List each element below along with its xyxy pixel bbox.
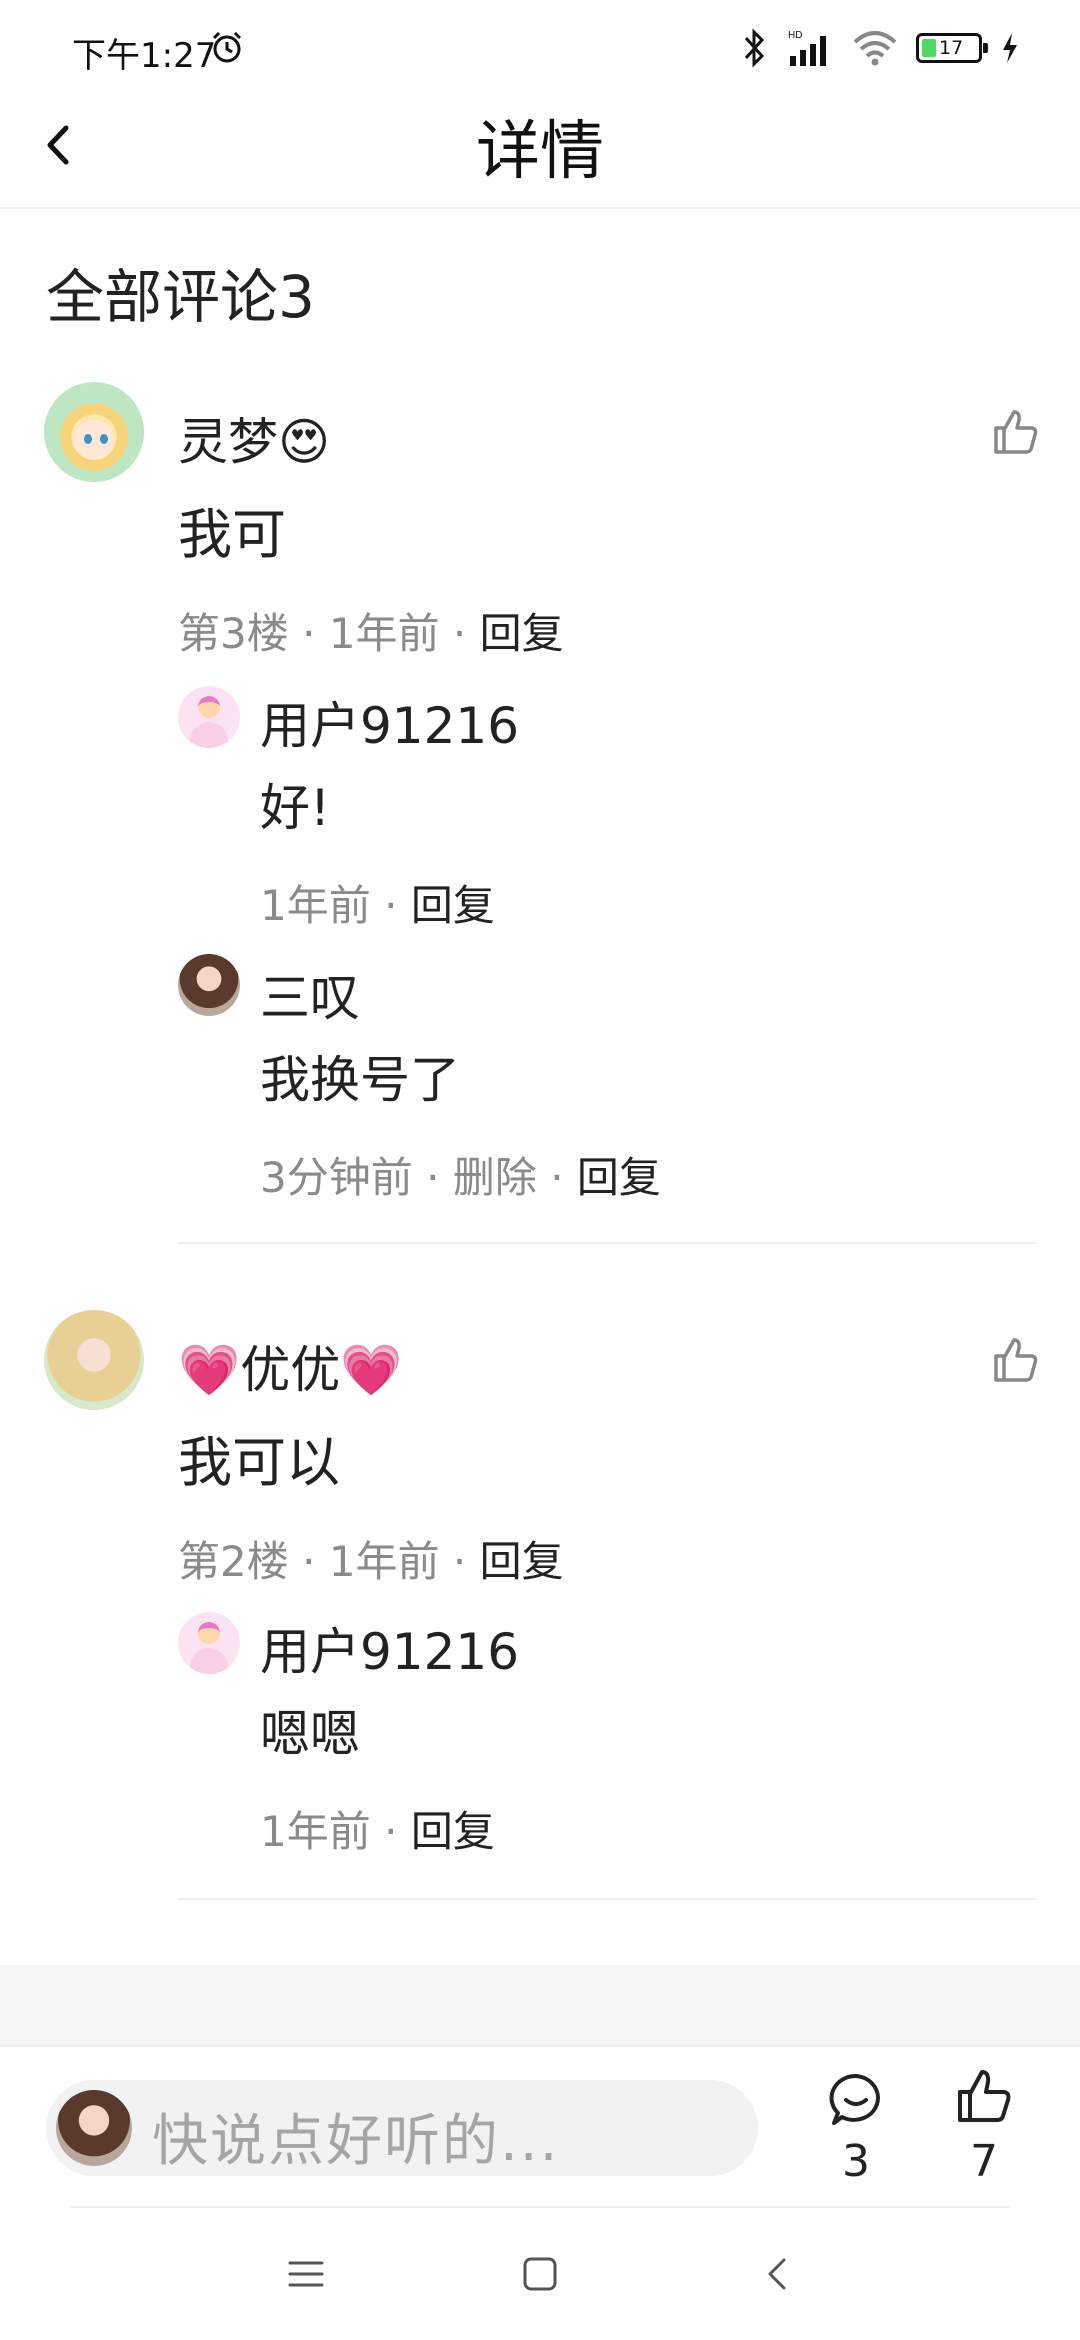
- status-bar: 下午1:27 HD 17: [0, 0, 1080, 90]
- status-icons: HD 17: [742, 26, 1020, 70]
- comment-content: 我可以: [178, 1431, 340, 1494]
- comment-content: 我可: [178, 503, 286, 566]
- avatar[interactable]: [178, 686, 240, 748]
- wifi-icon: [853, 31, 897, 66]
- avatar[interactable]: [178, 954, 240, 1016]
- comment-divider: [178, 1898, 1036, 1900]
- reply-content: 我换号了: [260, 1051, 460, 1109]
- reply-author[interactable]: 用户91216: [260, 686, 519, 758]
- reply-meta: 3分钟前 · 删除 · 回复: [260, 1144, 661, 1205]
- reply-author[interactable]: 三叹: [260, 958, 360, 1030]
- comment-author[interactable]: 💗优优💗: [178, 1330, 403, 1402]
- separator: ·: [426, 1153, 440, 1202]
- comment-floor: 第2楼: [178, 1537, 289, 1586]
- separator: ·: [452, 1537, 467, 1586]
- page-title: 详情: [476, 115, 604, 189]
- reply-button[interactable]: 回复: [411, 1807, 495, 1856]
- comment-author[interactable]: 灵梦😍: [178, 402, 330, 474]
- svg-text:HD: HD: [788, 30, 802, 41]
- like-icon[interactable]: [990, 1334, 1042, 1386]
- separator: ·: [302, 609, 316, 658]
- home-icon[interactable]: [520, 2254, 560, 2294]
- header-divider: [0, 207, 1080, 209]
- signal-icon: HD: [788, 30, 826, 66]
- charging-icon: [1003, 33, 1017, 63]
- separator: ·: [302, 1537, 316, 1586]
- reply-content: 好!: [260, 779, 331, 837]
- battery-icon: 17: [916, 33, 988, 63]
- reply-author[interactable]: 用户91216: [260, 1612, 519, 1684]
- nav-divider: [70, 2206, 1010, 2208]
- avatar[interactable]: [44, 382, 144, 482]
- avatar[interactable]: [178, 1612, 240, 1674]
- avatar[interactable]: [44, 1310, 144, 1410]
- bottom-bar-divider: [0, 2045, 1080, 2047]
- separator: ·: [550, 1153, 564, 1202]
- comment-time: 1年前: [328, 1537, 440, 1586]
- my-avatar: [56, 2090, 132, 2166]
- reply-button[interactable]: 回复: [480, 1537, 564, 1586]
- delete-button[interactable]: 删除: [453, 1153, 537, 1202]
- alarm-icon: [212, 31, 242, 63]
- like-icon[interactable]: [990, 406, 1042, 458]
- bluetooth-icon: [744, 28, 765, 68]
- reply-button[interactable]: 回复: [577, 1153, 661, 1202]
- separator: ·: [452, 609, 467, 658]
- menu-icon[interactable]: [286, 2254, 326, 2294]
- comment-input-placeholder[interactable]: 快说点好听的...: [152, 2096, 559, 2177]
- like-button[interactable]: [954, 2066, 1014, 2126]
- nav-back-icon[interactable]: [758, 2254, 798, 2294]
- comment-floor: 第3楼: [178, 609, 289, 658]
- reply-content: 嗯嗯: [260, 1705, 360, 1763]
- battery-level: 17: [939, 37, 964, 59]
- comment-count: 3: [842, 2136, 870, 2187]
- comment-meta: 第3楼 · 1年前 · 回复: [178, 600, 564, 661]
- reply-button[interactable]: 回复: [480, 609, 564, 658]
- reply-meta: 1年前 · 回复: [260, 872, 495, 933]
- like-count: 7: [970, 2136, 998, 2187]
- section-title: 全部评论3: [46, 263, 315, 331]
- comment-divider: [178, 1242, 1036, 1244]
- list-end-band: [0, 1965, 1080, 2045]
- reply-button[interactable]: 回复: [411, 881, 495, 930]
- status-time: 下午1:27: [72, 36, 217, 76]
- reply-time: 1年前: [260, 1807, 371, 1856]
- reply-time: 3分钟前: [260, 1153, 413, 1202]
- comment-icon[interactable]: [826, 2070, 886, 2130]
- reply-time: 1年前: [260, 881, 371, 930]
- comment-meta: 第2楼 · 1年前 · 回复: [178, 1528, 564, 1589]
- separator: ·: [384, 881, 398, 930]
- reply-meta: 1年前 · 回复: [260, 1798, 495, 1859]
- separator: ·: [384, 1807, 398, 1856]
- comment-time: 1年前: [328, 609, 440, 658]
